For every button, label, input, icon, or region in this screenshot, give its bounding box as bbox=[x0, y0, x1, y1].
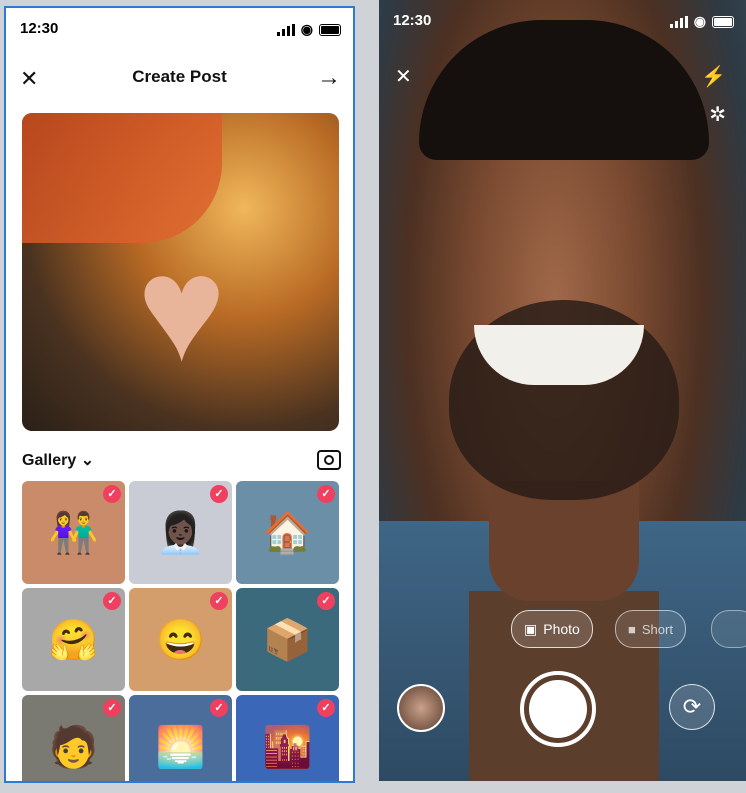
status-time: 12:30 bbox=[393, 12, 432, 29]
gallery-tile[interactable]: 👫 ✓ bbox=[22, 481, 125, 584]
shutter-button[interactable] bbox=[520, 671, 596, 747]
page-title: Create Post bbox=[132, 67, 227, 86]
mode-next-button[interactable] bbox=[711, 610, 746, 648]
gallery-tile-image: 👫 bbox=[48, 511, 99, 555]
gallery-tile[interactable]: 📦 ✓ bbox=[236, 588, 339, 691]
heart-hands-shape: ♥ bbox=[137, 224, 227, 392]
gallery-thumbnail-button[interactable] bbox=[397, 684, 445, 732]
video-icon: ■ bbox=[628, 621, 636, 637]
gallery-tile[interactable]: 🌇 ✓ bbox=[236, 695, 339, 781]
battery-icon bbox=[319, 23, 341, 36]
check-icon: ✓ bbox=[317, 592, 335, 610]
gallery-tile[interactable]: 🏠 ✓ bbox=[236, 481, 339, 584]
flip-camera-icon[interactable]: ⟳ bbox=[669, 684, 715, 730]
status-bar: 12:30 ◉ bbox=[379, 0, 746, 40]
gallery-tile[interactable]: 🤗 ✓ bbox=[22, 588, 125, 691]
gallery-tile-image: 🌅 bbox=[155, 725, 206, 769]
check-icon: ✓ bbox=[210, 592, 228, 610]
hair-shape bbox=[419, 20, 709, 160]
check-icon: ✓ bbox=[210, 699, 228, 717]
gallery-grid: 👫 ✓ 👩🏿‍💼 ✓ 🏠 ✓ 🤗 ✓ 😄 ✓ 📦 ✓ 🧑 ✓ 🌅 ✓ 🌇 ✓ bbox=[22, 481, 342, 781]
mode-short-label: Short bbox=[641, 621, 673, 637]
status-bar: 12:30 ◉ bbox=[6, 8, 353, 48]
gallery-tile-image: 🧑 bbox=[48, 725, 99, 769]
flash-off-icon[interactable]: ✲ bbox=[709, 102, 726, 127]
status-icons: ◉ bbox=[669, 13, 734, 30]
flash-icon[interactable]: ⚡ bbox=[701, 64, 726, 89]
check-icon: ✓ bbox=[210, 485, 228, 503]
gallery-tile-image: 👩🏿‍💼 bbox=[155, 511, 206, 555]
camera-icon[interactable] bbox=[317, 450, 341, 470]
selected-photo-preview: ♥ bbox=[22, 113, 339, 431]
gallery-tile[interactable]: 😄 ✓ bbox=[129, 588, 232, 691]
wifi-icon: ◉ bbox=[300, 21, 313, 37]
check-icon: ✓ bbox=[103, 485, 121, 503]
signal-icon bbox=[669, 15, 688, 28]
camera-screen: 12:30 ◉ ✕ ⚡ ✲ ▣ Photo ■ Short ⟳ bbox=[379, 0, 746, 781]
gallery-tile[interactable]: 👩🏿‍💼 ✓ bbox=[129, 481, 232, 584]
mode-photo-button[interactable]: ▣ Photo bbox=[511, 610, 593, 648]
signal-icon bbox=[276, 23, 295, 36]
gallery-tile-image: 📦 bbox=[262, 618, 313, 662]
close-icon[interactable]: ✕ bbox=[395, 64, 412, 89]
next-arrow-icon[interactable]: → bbox=[317, 64, 341, 92]
gallery-tile-image: 🌇 bbox=[262, 725, 313, 769]
check-icon: ✓ bbox=[103, 699, 121, 717]
mode-photo-label: Photo bbox=[543, 621, 580, 637]
wifi-icon: ◉ bbox=[693, 13, 706, 29]
status-icons: ◉ bbox=[276, 21, 341, 38]
check-icon: ✓ bbox=[317, 699, 335, 717]
gallery-tile-image: 🤗 bbox=[48, 618, 99, 662]
gallery-dropdown[interactable]: Gallery ⌄ bbox=[22, 452, 94, 469]
gallery-bar: Gallery ⌄ bbox=[22, 450, 341, 474]
gallery-tile-image: 😄 bbox=[155, 618, 206, 662]
camera-viewfinder bbox=[379, 0, 746, 781]
create-post-screen: 12:30 ◉ ✕ Create Post → ♥ Gallery ⌄ 👫 ✓ 👩🏿… bbox=[4, 6, 355, 783]
battery-icon bbox=[712, 15, 734, 28]
post-header: ✕ Create Post → bbox=[6, 62, 353, 92]
gallery-tile[interactable]: 🌅 ✓ bbox=[129, 695, 232, 781]
gallery-tile[interactable]: 🧑 ✓ bbox=[22, 695, 125, 781]
gallery-label: Gallery bbox=[22, 452, 77, 469]
status-time: 12:30 bbox=[20, 20, 59, 37]
check-icon: ✓ bbox=[103, 592, 121, 610]
mode-short-button[interactable]: ■ Short bbox=[615, 610, 686, 648]
photo-icon: ▣ bbox=[524, 620, 538, 637]
check-icon: ✓ bbox=[317, 485, 335, 503]
chevron-down-icon: ⌄ bbox=[80, 452, 95, 469]
gallery-tile-image: 🏠 bbox=[262, 511, 313, 555]
